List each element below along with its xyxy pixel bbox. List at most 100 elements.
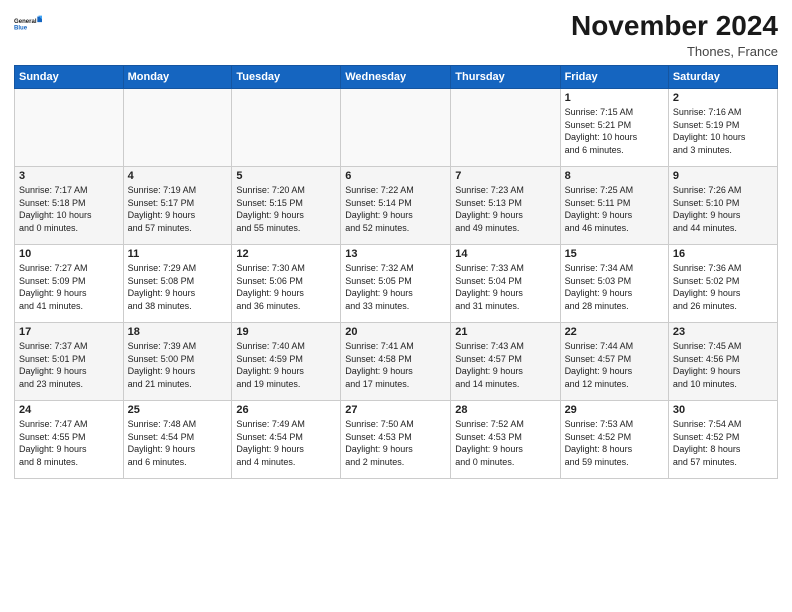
calendar-cell (232, 89, 341, 167)
calendar-cell: 8 Sunrise: 7:25 AM Sunset: 5:11 PM Daylig… (560, 167, 668, 245)
calendar-cell: 17 Sunrise: 7:37 AM Sunset: 5:01 PM Dayli… (15, 323, 124, 401)
header-tuesday: Tuesday (232, 66, 341, 89)
calendar-cell: 13 Sunrise: 7:32 AM Sunset: 5:05 PM Dayli… (341, 245, 451, 323)
calendar-row-1: 3 Sunrise: 7:17 AM Sunset: 5:18 PM Daylig… (15, 167, 778, 245)
calendar-table: Sunday Monday Tuesday Wednesday Thursday… (14, 65, 778, 479)
location-title: Thones, France (571, 44, 778, 59)
calendar-header-row: Sunday Monday Tuesday Wednesday Thursday… (15, 66, 778, 89)
title-block: November 2024 Thones, France (571, 10, 778, 59)
day-number: 3 (19, 170, 119, 182)
calendar-cell: 22Sunrise: 7:44 AM Sunset: 4:57 PM Dayli… (560, 323, 668, 401)
calendar-cell (341, 89, 451, 167)
day-number: 28 (455, 404, 555, 416)
day-number: 7 (455, 170, 555, 182)
day-number: 25 (128, 404, 228, 416)
day-info: Sunrise: 7:17 AM Sunset: 5:18 PM Dayligh… (19, 184, 119, 234)
calendar-cell: 11 Sunrise: 7:29 AM Sunset: 5:08 PM Dayli… (123, 245, 232, 323)
day-number: 26 (236, 404, 336, 416)
calendar-cell: 29 Sunrise: 7:53 AM Sunset: 4:52 PM Dayli… (560, 401, 668, 479)
page-header: GeneralBlue November 2024 Thones, France (14, 10, 778, 59)
calendar-row-0: 1Sunrise: 7:15 AM Sunset: 5:21 PM Daylig… (15, 89, 778, 167)
day-info: Sunrise: 7:53 AM Sunset: 4:52 PM Dayligh… (565, 418, 664, 468)
calendar-cell: 30Sunrise: 7:54 AM Sunset: 4:52 PM Dayli… (668, 401, 777, 479)
calendar-cell: 18 Sunrise: 7:39 AM Sunset: 5:00 PM Dayli… (123, 323, 232, 401)
day-number: 1 (565, 92, 664, 104)
calendar-cell: 2Sunrise: 7:16 AM Sunset: 5:19 PM Daylig… (668, 89, 777, 167)
header-friday: Friday (560, 66, 668, 89)
day-info: Sunrise: 7:49 AM Sunset: 4:54 PM Dayligh… (236, 418, 336, 468)
day-number: 18 (128, 326, 228, 338)
day-number: 24 (19, 404, 119, 416)
calendar-cell (123, 89, 232, 167)
calendar-cell: 12 Sunrise: 7:30 AM Sunset: 5:06 PM Dayli… (232, 245, 341, 323)
logo-icon: GeneralBlue (14, 10, 42, 38)
day-info: Sunrise: 7:29 AM Sunset: 5:08 PM Dayligh… (128, 262, 228, 312)
calendar-cell: 9Sunrise: 7:26 AM Sunset: 5:10 PM Daylig… (668, 167, 777, 245)
day-info: Sunrise: 7:41 AM Sunset: 4:58 PM Dayligh… (345, 340, 446, 390)
day-number: 27 (345, 404, 446, 416)
calendar-row-4: 24 Sunrise: 7:47 AM Sunset: 4:55 PM Dayli… (15, 401, 778, 479)
calendar-cell: 4 Sunrise: 7:19 AM Sunset: 5:17 PM Daylig… (123, 167, 232, 245)
day-info: Sunrise: 7:47 AM Sunset: 4:55 PM Dayligh… (19, 418, 119, 468)
calendar-cell: 26 Sunrise: 7:49 AM Sunset: 4:54 PM Dayli… (232, 401, 341, 479)
calendar-cell: 1Sunrise: 7:15 AM Sunset: 5:21 PM Daylig… (560, 89, 668, 167)
day-info: Sunrise: 7:23 AM Sunset: 5:13 PM Dayligh… (455, 184, 555, 234)
day-info: Sunrise: 7:32 AM Sunset: 5:05 PM Dayligh… (345, 262, 446, 312)
day-number: 14 (455, 248, 555, 260)
calendar-row-3: 17 Sunrise: 7:37 AM Sunset: 5:01 PM Dayli… (15, 323, 778, 401)
day-number: 23 (673, 326, 773, 338)
day-number: 17 (19, 326, 119, 338)
day-info: Sunrise: 7:36 AM Sunset: 5:02 PM Dayligh… (673, 262, 773, 312)
calendar-cell (15, 89, 124, 167)
day-number: 4 (128, 170, 228, 182)
day-number: 15 (565, 248, 664, 260)
calendar-cell: 27 Sunrise: 7:50 AM Sunset: 4:53 PM Dayli… (341, 401, 451, 479)
day-number: 2 (673, 92, 773, 104)
calendar-cell: 14Sunrise: 7:33 AM Sunset: 5:04 PM Dayli… (451, 245, 560, 323)
svg-text:General: General (14, 19, 37, 25)
calendar-cell: 16 Sunrise: 7:36 AM Sunset: 5:02 PM Dayli… (668, 245, 777, 323)
day-info: Sunrise: 7:50 AM Sunset: 4:53 PM Dayligh… (345, 418, 446, 468)
calendar-cell: 6 Sunrise: 7:22 AM Sunset: 5:14 PM Daylig… (341, 167, 451, 245)
calendar-cell: 15Sunrise: 7:34 AM Sunset: 5:03 PM Dayli… (560, 245, 668, 323)
header-wednesday: Wednesday (341, 66, 451, 89)
day-number: 5 (236, 170, 336, 182)
day-number: 21 (455, 326, 555, 338)
day-info: Sunrise: 7:37 AM Sunset: 5:01 PM Dayligh… (19, 340, 119, 390)
calendar-cell: 23Sunrise: 7:45 AM Sunset: 4:56 PM Dayli… (668, 323, 777, 401)
day-info: Sunrise: 7:54 AM Sunset: 4:52 PM Dayligh… (673, 418, 773, 468)
day-number: 16 (673, 248, 773, 260)
day-info: Sunrise: 7:25 AM Sunset: 5:11 PM Dayligh… (565, 184, 664, 234)
day-info: Sunrise: 7:52 AM Sunset: 4:53 PM Dayligh… (455, 418, 555, 468)
header-saturday: Saturday (668, 66, 777, 89)
calendar-cell: 28 Sunrise: 7:52 AM Sunset: 4:53 PM Dayli… (451, 401, 560, 479)
day-info: Sunrise: 7:20 AM Sunset: 5:15 PM Dayligh… (236, 184, 336, 234)
calendar-cell: 10 Sunrise: 7:27 AM Sunset: 5:09 PM Dayli… (15, 245, 124, 323)
calendar-row-2: 10 Sunrise: 7:27 AM Sunset: 5:09 PM Dayli… (15, 245, 778, 323)
day-info: Sunrise: 7:48 AM Sunset: 4:54 PM Dayligh… (128, 418, 228, 468)
day-number: 13 (345, 248, 446, 260)
day-info: Sunrise: 7:22 AM Sunset: 5:14 PM Dayligh… (345, 184, 446, 234)
day-info: Sunrise: 7:39 AM Sunset: 5:00 PM Dayligh… (128, 340, 228, 390)
day-info: Sunrise: 7:40 AM Sunset: 4:59 PM Dayligh… (236, 340, 336, 390)
day-number: 19 (236, 326, 336, 338)
day-info: Sunrise: 7:43 AM Sunset: 4:57 PM Dayligh… (455, 340, 555, 390)
calendar-cell: 21 Sunrise: 7:43 AM Sunset: 4:57 PM Dayli… (451, 323, 560, 401)
day-info: Sunrise: 7:30 AM Sunset: 5:06 PM Dayligh… (236, 262, 336, 312)
day-number: 6 (345, 170, 446, 182)
day-info: Sunrise: 7:19 AM Sunset: 5:17 PM Dayligh… (128, 184, 228, 234)
svg-text:Blue: Blue (14, 26, 28, 32)
day-number: 12 (236, 248, 336, 260)
calendar-cell: 5 Sunrise: 7:20 AM Sunset: 5:15 PM Daylig… (232, 167, 341, 245)
calendar-cell (451, 89, 560, 167)
logo: GeneralBlue (14, 10, 42, 38)
day-number: 29 (565, 404, 664, 416)
day-info: Sunrise: 7:26 AM Sunset: 5:10 PM Dayligh… (673, 184, 773, 234)
month-title: November 2024 (571, 10, 778, 42)
header-monday: Monday (123, 66, 232, 89)
day-number: 8 (565, 170, 664, 182)
day-number: 10 (19, 248, 119, 260)
day-number: 20 (345, 326, 446, 338)
day-info: Sunrise: 7:27 AM Sunset: 5:09 PM Dayligh… (19, 262, 119, 312)
day-number: 11 (128, 248, 228, 260)
